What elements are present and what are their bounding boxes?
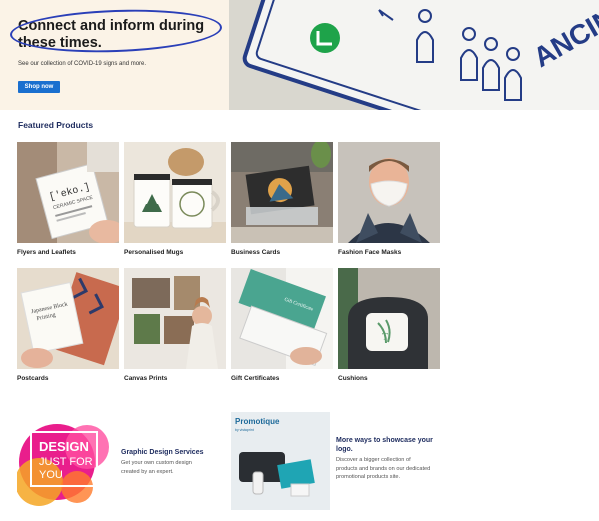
product-label[interactable]: Canvas Prints (124, 375, 226, 382)
face-masks-illustration (338, 142, 440, 243)
design-illustration: DESIGN JUST FOR YOU (17, 412, 112, 510)
flyers-image[interactable]: ['eko.] CERAMIC SPACE (17, 142, 119, 243)
design-line1: DESIGN (39, 439, 89, 454)
design-line2: JUST FOR (39, 456, 93, 468)
hero-banner: Connect and inform during these times. S… (0, 0, 599, 110)
promotique-brand-sub: by vistaprint (235, 428, 254, 432)
postcards-image[interactable]: Japanese Block Printing (17, 268, 119, 369)
product-card-flyers[interactable]: ['eko.] CERAMIC SPACE Flyers and Leaflet… (17, 142, 119, 256)
product-label[interactable]: Personalised Mugs (124, 249, 226, 256)
cushions-image[interactable]: T (338, 268, 440, 369)
shop-now-button[interactable]: Shop now (18, 81, 60, 93)
hero-image[interactable]: ANCING (229, 0, 599, 110)
distancing-sign-illustration: ANCING (229, 0, 599, 110)
mugs-illustration (124, 142, 226, 243)
design-line3: YOU (39, 469, 63, 481)
gift-certificates-illustration: Gift Certificate (231, 268, 333, 369)
product-card-face-masks[interactable]: Fashion Face Masks (338, 142, 440, 256)
canvas-illustration (124, 268, 226, 369)
promotique-image[interactable]: Promotique by vistaprint (231, 412, 330, 510)
promotique-brand: Promotique (235, 417, 280, 426)
business-cards-image[interactable] (231, 142, 333, 243)
graphic-design-text: Get your own custom design created by an… (121, 460, 192, 475)
hero-text-panel: Connect and inform during these times. S… (0, 0, 229, 110)
product-label[interactable]: Business Cards (231, 249, 333, 256)
promotique-text: Discover a bigger collection of products… (336, 457, 431, 480)
mugs-image[interactable] (124, 142, 226, 243)
featured-products-heading: Featured Products (18, 120, 94, 130)
face-masks-image[interactable] (338, 142, 440, 243)
cushions-illustration: T (338, 268, 440, 369)
svg-text:T: T (382, 332, 388, 343)
design-promo-image[interactable]: DESIGN JUST FOR YOU (17, 412, 112, 510)
gift-certificates-image[interactable]: Gift Certificate (231, 268, 333, 369)
promotique-title[interactable]: More ways to showcase your logo. (336, 436, 436, 454)
product-label[interactable]: Flyers and Leaflets (17, 249, 119, 256)
product-card-cushions[interactable]: T Cushions (338, 268, 440, 382)
promotique-illustration: Promotique by vistaprint (231, 412, 330, 510)
product-card-canvas[interactable]: Canvas Prints (124, 268, 226, 382)
product-label[interactable]: Gift Certificates (231, 375, 333, 382)
product-card-gift-certificates[interactable]: Gift Certificate Gift Certificates (231, 268, 333, 382)
flyers-illustration: ['eko.] CERAMIC SPACE (17, 142, 119, 243)
hero-subtitle: See our collection of COVID-19 signs and… (18, 61, 147, 67)
product-label[interactable]: Cushions (338, 375, 440, 382)
product-card-business-cards[interactable]: Business Cards (231, 142, 333, 256)
product-card-mugs[interactable]: Personalised Mugs (124, 142, 226, 256)
business-cards-illustration (231, 142, 333, 243)
graphic-design-title[interactable]: Graphic Design Services (121, 449, 203, 456)
canvas-image[interactable] (124, 268, 226, 369)
postcards-illustration: Japanese Block Printing (17, 268, 119, 369)
product-card-postcards[interactable]: Japanese Block Printing Postcards (17, 268, 119, 382)
product-label[interactable]: Fashion Face Masks (338, 249, 440, 256)
product-label[interactable]: Postcards (17, 375, 119, 382)
